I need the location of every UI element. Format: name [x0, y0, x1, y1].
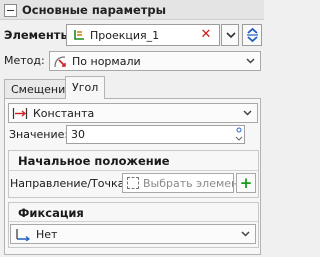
clear-selection-button[interactable]: ✕ [197, 26, 215, 44]
chevron-down-icon [246, 58, 255, 64]
pick-element-field[interactable]: Выбрать элемент [122, 173, 245, 193]
degree-spin-icon[interactable] [233, 125, 245, 144]
projection-icon [74, 30, 84, 40]
tab-offset[interactable]: Смещение [4, 79, 72, 99]
pick-element-placeholder: Выбрать элемент [143, 177, 245, 190]
selection-box-icon [127, 177, 139, 189]
elements-value: Проекция_1 [90, 29, 160, 42]
divider [9, 221, 258, 222]
fixation-value: Нет [36, 228, 58, 241]
angle-type-select[interactable]: Константа [8, 103, 258, 123]
tab-angle[interactable]: Угол [65, 76, 105, 99]
up-down-arrows-icon [247, 27, 258, 43]
divider [9, 170, 258, 171]
chevron-down-icon [241, 231, 250, 237]
fixation-title: Фиксация [18, 206, 84, 220]
section-header[interactable]: Основные параметры [0, 0, 264, 20]
elements-label: Элементы: [4, 28, 76, 42]
constant-icon [12, 108, 28, 119]
normal-method-icon [54, 56, 66, 68]
chevron-down-icon [226, 32, 236, 39]
fixation-select[interactable]: Нет [10, 224, 256, 244]
start-position-title: Начальное положение [18, 154, 170, 168]
angle-type-value: Константа [33, 107, 95, 120]
chevron-down-icon [243, 110, 252, 116]
method-label: Метод: [4, 54, 45, 67]
method-select[interactable]: По нормали [49, 51, 261, 71]
angle-value-input[interactable]: 30 [66, 125, 245, 144]
value-label: Значение: [9, 128, 69, 141]
angle-value: 30 [71, 128, 85, 141]
reorder-button[interactable] [242, 24, 262, 46]
elements-dropdown-button[interactable] [221, 24, 239, 46]
collapse-toggle[interactable] [4, 4, 17, 17]
section-title: Основные параметры [22, 3, 167, 17]
method-value: По нормали [72, 55, 141, 68]
fixation-icon [16, 229, 31, 241]
add-element-button[interactable]: + [236, 173, 256, 193]
direction-label: Направление/Точка: [10, 177, 129, 190]
